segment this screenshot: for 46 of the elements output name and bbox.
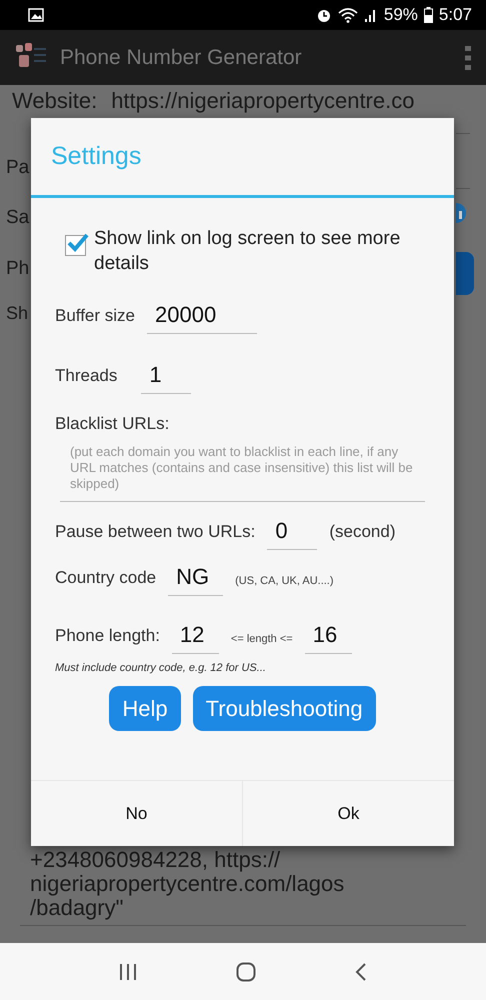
alarm-icon [316, 7, 332, 23]
overflow-menu-icon[interactable] [464, 44, 472, 70]
action-button[interactable]: Ok [242, 781, 454, 846]
battery-percent: 59% [384, 5, 418, 25]
hint-text: (US, CA, UK, AU....) [235, 575, 334, 589]
image-icon [28, 8, 44, 22]
dialog-title: Settings [51, 142, 142, 171]
back-icon[interactable] [354, 962, 367, 982]
input-field[interactable]: 20000 [147, 302, 258, 334]
website-label: Website: [12, 88, 98, 114]
input-field[interactable]: NG [168, 564, 224, 596]
log-text: nigeriapropertycentre.com/lagos [30, 872, 344, 896]
blacklist-field[interactable]: (put each domain you want to blacklist in each line, if any URL matches (contains and case insensitive) this list will be skipped) [60, 442, 425, 502]
field-label: Sh [6, 303, 28, 324]
website-url: https://nigeriapropertycentre.co [111, 88, 414, 114]
field-label: Pa [6, 157, 30, 179]
field-label: Phone length: [55, 626, 160, 647]
signal-icon [364, 7, 378, 23]
home-icon[interactable] [236, 962, 256, 982]
input-field[interactable]: 16 [304, 622, 352, 654]
battery-icon [424, 7, 433, 23]
action-button[interactable]: No [31, 781, 242, 846]
dialog-button[interactable]: Help [109, 686, 181, 731]
input-field[interactable]: 1 [141, 362, 192, 394]
field-label: Country code [55, 568, 156, 589]
checkmark-icon [66, 232, 88, 252]
field-label: Ph [6, 258, 30, 280]
note-text: Must include country code, e.g. 12 for US... [55, 662, 267, 674]
recents-icon[interactable] [119, 962, 138, 980]
field-label: Sa [6, 207, 30, 229]
field-label: Blacklist URLs: [55, 414, 170, 435]
app-title: Phone Number Generator [60, 46, 303, 70]
field-label: Threads [55, 366, 118, 387]
wifi-icon [338, 7, 358, 23]
field-label: Pause between two URLs: [55, 522, 256, 543]
clock: 5:07 [438, 5, 472, 25]
checkbox[interactable] [65, 235, 86, 256]
checkbox-label: Show link on log screen to see more details [94, 227, 402, 276]
input-field[interactable]: 0 [267, 518, 318, 550]
dialog-button[interactable]: Troubleshooting [192, 686, 376, 731]
log-text: /badagry" [30, 896, 124, 920]
hint-text: <= length <= [230, 633, 293, 647]
field-label: Buffer size [55, 306, 136, 327]
input-field[interactable]: 12 [172, 622, 219, 654]
log-text: +2348060984228, https:// [30, 848, 282, 872]
unit-label: (second) [329, 522, 396, 543]
